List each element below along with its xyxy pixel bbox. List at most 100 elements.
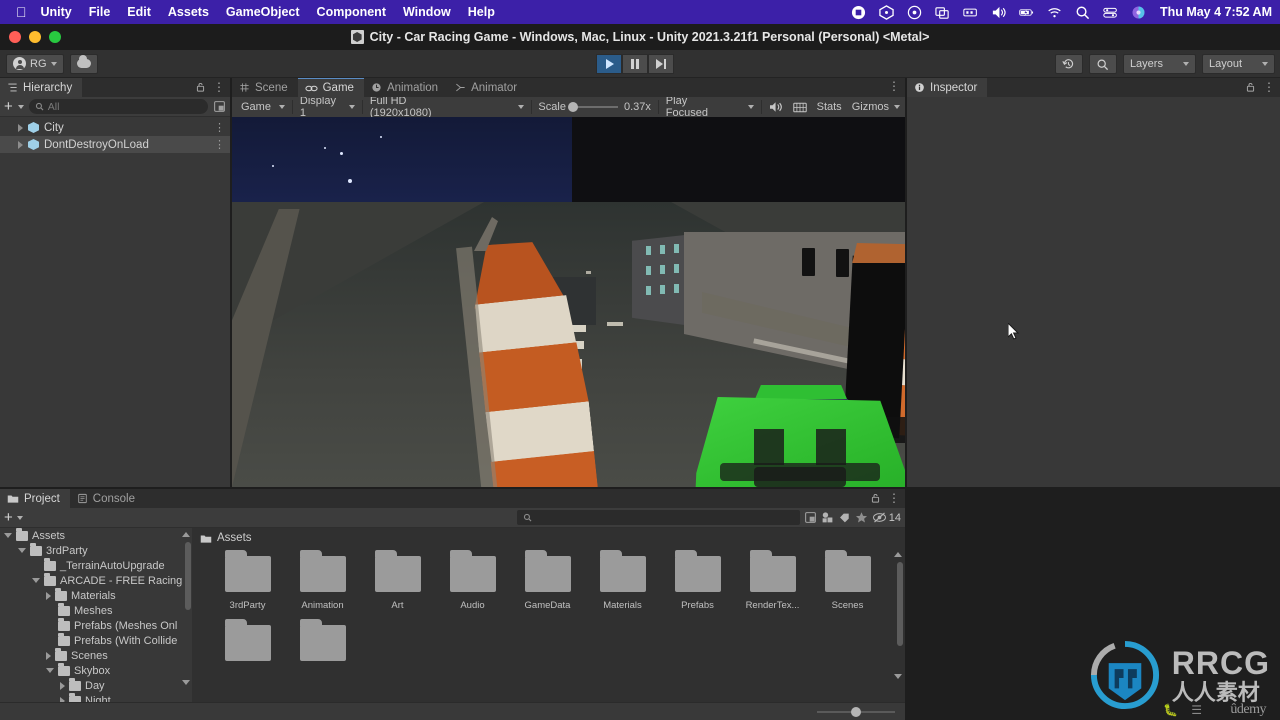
chevron-down-icon[interactable]	[16, 515, 23, 520]
asset-grid-item[interactable]	[210, 619, 285, 669]
chevron-down-icon[interactable]	[4, 533, 12, 538]
play-circle-icon[interactable]	[907, 5, 922, 20]
menu-window[interactable]: Window	[403, 5, 451, 19]
hidden-packages-indicator[interactable]: 14	[872, 511, 901, 524]
apple-icon[interactable]: 	[16, 4, 27, 20]
control-center-icon[interactable]	[1103, 5, 1118, 20]
display-dropdown[interactable]: Display 1	[295, 95, 360, 119]
asset-grid-item[interactable]	[285, 619, 360, 669]
pause-button[interactable]	[622, 54, 648, 74]
kebab-menu-icon[interactable]: ⋮	[213, 81, 225, 93]
hierarchy-item-city[interactable]: City ⋮	[0, 119, 230, 136]
tree-scroll-down-arrow[interactable]	[182, 680, 190, 685]
menu-unity[interactable]: Unity	[41, 5, 72, 19]
favorite-star-icon[interactable]	[855, 511, 868, 524]
wifi-icon[interactable]	[1047, 5, 1062, 20]
layers-dropdown[interactable]: Layers	[1122, 54, 1196, 74]
layout-dropdown[interactable]: Layout	[1201, 54, 1275, 74]
kebab-menu-icon[interactable]: ⋮	[1263, 81, 1275, 93]
tab-scene[interactable]: Scene	[232, 78, 298, 97]
tree-row[interactable]: Prefabs (Meshes Onl	[0, 618, 192, 633]
menu-component[interactable]: Component	[317, 5, 386, 19]
tree-row[interactable]: 3rdParty	[0, 542, 192, 558]
asset-grid-item[interactable]: GameData	[510, 550, 585, 611]
tree-row[interactable]: Scenes	[0, 648, 192, 663]
play-button[interactable]	[596, 54, 622, 74]
scale-control[interactable]: Scale 0.37x	[533, 99, 655, 116]
tree-row[interactable]: Assets	[0, 528, 192, 543]
tree-row[interactable]: ARCADE - FREE Racing	[0, 572, 192, 588]
unity-hub-icon[interactable]	[879, 4, 894, 20]
tab-animator[interactable]: Animator	[448, 78, 527, 97]
tab-inspector[interactable]: Inspector	[907, 78, 988, 97]
asset-grid-item[interactable]: RenderTex...	[735, 550, 810, 611]
tree-row[interactable]: Skybox	[0, 662, 192, 678]
filter-type-icon[interactable]	[821, 511, 834, 524]
chevron-down-icon[interactable]	[32, 578, 40, 583]
tab-project[interactable]: Project	[0, 489, 70, 508]
screens-icon[interactable]	[935, 5, 950, 20]
filter-label-icon[interactable]	[838, 511, 851, 524]
search-icon[interactable]	[1075, 5, 1090, 20]
asset-grid-item[interactable]: Art	[360, 550, 435, 611]
chevron-down-icon[interactable]	[46, 668, 54, 673]
tab-animation[interactable]: Animation	[364, 78, 448, 97]
bug-icon[interactable]: 🐛	[1163, 703, 1178, 717]
hierarchy-search-input[interactable]: All	[28, 99, 208, 114]
menu-assets[interactable]: Assets	[168, 5, 209, 19]
menu-edit[interactable]: Edit	[127, 5, 151, 19]
hierarchy-add-button[interactable]: +	[4, 99, 13, 114]
kebab-menu-icon[interactable]: ⋮	[214, 138, 225, 151]
playmode-focus-dropdown[interactable]: Play Focused	[661, 95, 759, 119]
kebab-menu-icon[interactable]: ⋮	[888, 492, 900, 504]
battery-charging-icon[interactable]	[1019, 5, 1034, 20]
asset-zoom-slider-knob[interactable]	[851, 706, 861, 717]
hierarchy-item-dontdestroyonload[interactable]: DontDestroyOnLoad ⋮	[0, 136, 230, 153]
sub-window-icon[interactable]	[804, 511, 817, 524]
lock-icon[interactable]	[1245, 81, 1256, 93]
asset-grid-item[interactable]: Materials	[585, 550, 660, 611]
grid-scroll-up-arrow[interactable]	[894, 552, 902, 557]
tree-row[interactable]: Day	[0, 678, 192, 693]
menu-gameobject[interactable]: GameObject	[226, 5, 300, 19]
target-display-dropdown[interactable]: Game	[236, 99, 290, 116]
tree-row[interactable]: _TerrainAutoUpgrade	[0, 558, 192, 573]
tree-scroll-up-arrow[interactable]	[182, 532, 190, 537]
grid-scrollbar[interactable]	[897, 562, 903, 646]
tree-scrollbar[interactable]	[185, 542, 191, 610]
record-icon[interactable]	[851, 5, 866, 20]
account-button[interactable]: RG	[6, 53, 64, 74]
chevron-right-icon[interactable]	[46, 591, 51, 600]
chevron-right-icon[interactable]	[46, 651, 51, 660]
asset-grid-item[interactable]: Scenes	[810, 550, 885, 611]
tree-row[interactable]: Meshes	[0, 603, 192, 618]
cloud-services-button[interactable]	[69, 53, 98, 74]
asset-grid-item[interactable]: Audio	[435, 550, 510, 611]
tab-hierarchy[interactable]: Hierarchy	[0, 78, 83, 97]
stack-icon[interactable]: ☰	[1191, 703, 1202, 717]
menu-file[interactable]: File	[89, 5, 111, 19]
battery-widget-icon[interactable]	[963, 5, 978, 20]
chevron-down-icon[interactable]	[17, 104, 24, 109]
scale-slider[interactable]	[567, 102, 618, 112]
kebab-menu-icon[interactable]: ⋮	[888, 80, 900, 92]
chevron-right-icon[interactable]	[18, 140, 23, 149]
kebab-menu-icon[interactable]: ⋮	[214, 121, 225, 134]
tab-game[interactable]: Game	[297, 78, 364, 97]
project-search-input[interactable]	[516, 510, 800, 525]
stats-button[interactable]: Stats	[812, 99, 847, 116]
asset-zoom-slider[interactable]	[817, 706, 895, 717]
tab-console[interactable]: Console	[70, 489, 145, 508]
system-clock[interactable]: Thu May 4 7:52 AM	[1160, 5, 1272, 19]
menu-help[interactable]: Help	[468, 5, 495, 19]
volume-icon[interactable]	[991, 5, 1006, 20]
chevron-right-icon[interactable]	[60, 681, 65, 690]
asset-grid-item[interactable]: Animation	[285, 550, 360, 611]
chevron-down-icon[interactable]	[18, 548, 26, 553]
gizmos-dropdown[interactable]: Gizmos	[847, 99, 905, 116]
asset-grid-item[interactable]: Prefabs	[660, 550, 735, 611]
scale-slider-knob[interactable]	[567, 102, 578, 112]
tree-row[interactable]: Materials	[0, 588, 192, 603]
grid-scroll-down-arrow[interactable]	[894, 674, 902, 679]
tree-row[interactable]: Prefabs (With Collide	[0, 633, 192, 648]
